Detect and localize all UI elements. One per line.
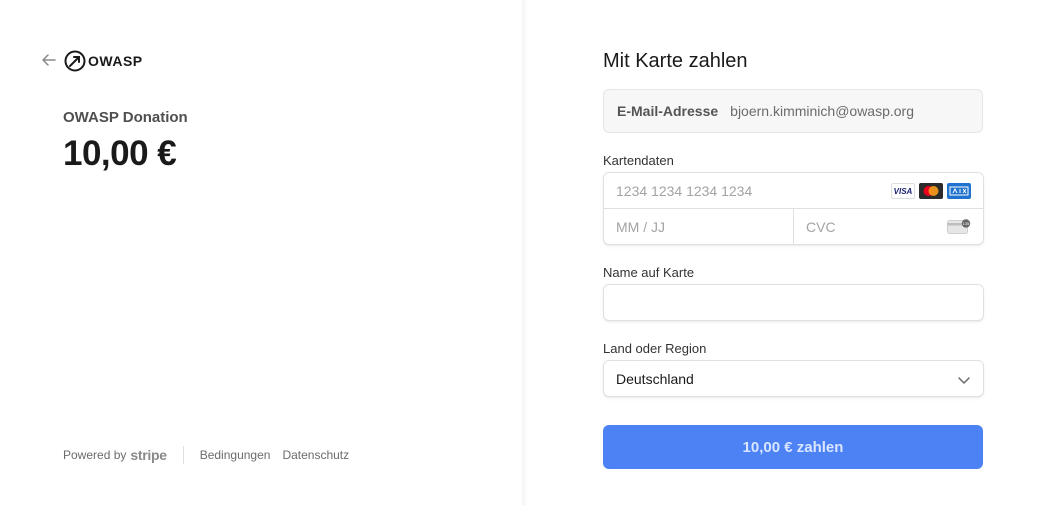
owasp-logo-icon [64,50,86,72]
country-select[interactable]: Deutschland [603,360,984,397]
footer: Powered by stripe Bedingungen Datenschut… [63,446,349,464]
card-brands: VISA [891,183,971,199]
cardholder-name-label: Name auf Karte [603,265,695,280]
mastercard-icon [919,183,943,199]
country-value: Deutschland [616,370,694,387]
card-details-label: Kartendaten [603,153,674,168]
order-summary-panel: OWASP OWASP Donation 10,00 € Powered by … [0,0,522,505]
footer-divider [182,446,184,464]
expiry-input[interactable] [604,209,794,245]
total-amount: 10,00 € [63,134,177,173]
page-title: Mit Karte zahlen [603,50,748,72]
card-details-group: VISA 135 [603,172,984,245]
powered-by-stripe[interactable]: Powered by stripe [63,447,167,463]
powered-by-label: Powered by [63,448,127,462]
logo-text: OWASP [88,53,143,69]
stripe-logo: stripe [130,447,167,463]
visa-icon: VISA [891,183,915,199]
email-label: E-Mail-Adresse [617,103,719,119]
chevron-down-icon [958,377,970,384]
privacy-link[interactable]: Datenschutz [282,448,349,462]
cvc-card-icon: 135 [947,219,971,234]
cardholder-name-input[interactable] [603,284,984,321]
email-value: bjoern.kimminich@owasp.org [730,103,914,119]
back-arrow-icon[interactable] [40,51,58,69]
amex-icon [947,183,971,199]
panel-divider [522,0,528,505]
terms-link[interactable]: Bedingungen [200,448,271,462]
pay-button[interactable]: 10,00 € zahlen [603,425,983,469]
email-display: E-Mail-Adresse bjoern.kimminich@owasp.or… [603,89,983,133]
svg-text:135: 135 [963,221,970,226]
owasp-logo[interactable]: OWASP [64,48,143,74]
product-name: OWASP Donation [63,109,188,126]
country-label: Land oder Region [603,341,707,356]
